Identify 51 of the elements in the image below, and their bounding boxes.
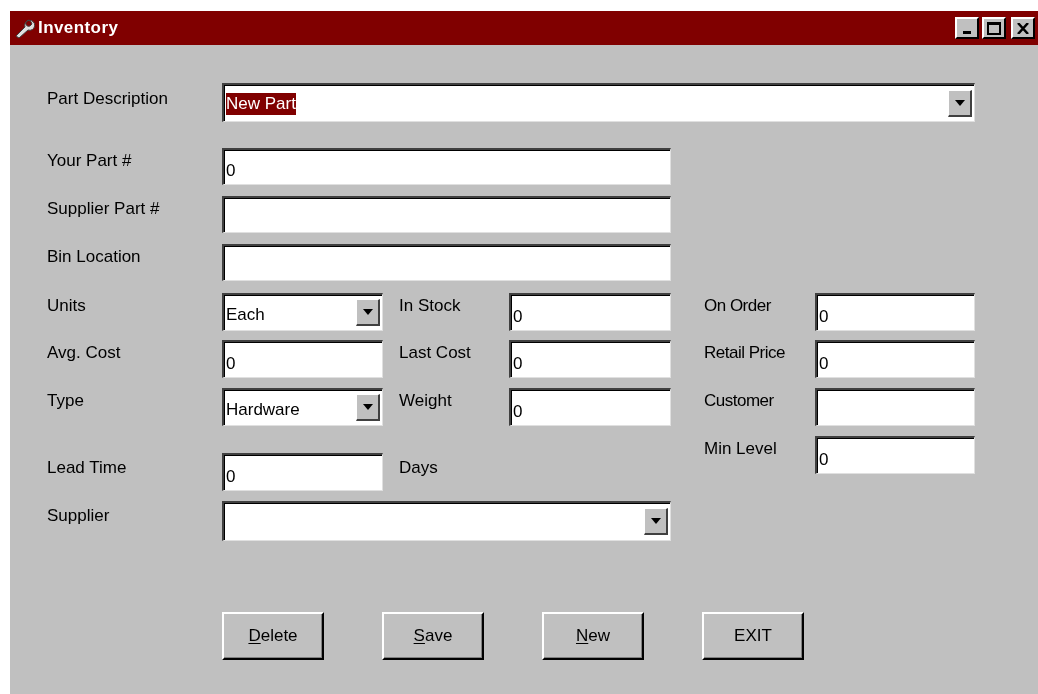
caret-icon [362, 309, 373, 315]
field-label: Min Level [704, 438, 778, 460]
field-label: Last Cost [399, 342, 472, 364]
action-button[interactable]: Delete [222, 612, 324, 660]
wrench-icon [13, 17, 35, 39]
dropdown-button[interactable] [644, 508, 668, 535]
window-title: Inventory [38, 17, 119, 40]
action-button[interactable]: EXIT [702, 612, 804, 660]
dropdown-field[interactable]: Hardware [222, 388, 383, 426]
text-field[interactable]: 0 [815, 436, 975, 474]
minimize-button[interactable] [955, 17, 979, 39]
text-field[interactable]: 0 [222, 453, 383, 491]
close-icon [1017, 22, 1029, 34]
text-field[interactable]: 0 [222, 148, 671, 185]
caret-icon [954, 99, 965, 106]
field-label: Units [47, 295, 87, 317]
text-field[interactable]: 0 [815, 293, 975, 331]
field-label: Type [47, 390, 85, 412]
field-label: Supplier Part # [47, 198, 161, 220]
dropdown-field[interactable]: Each [222, 293, 383, 331]
field-label: In Stock [399, 295, 462, 317]
text-field[interactable] [222, 244, 671, 281]
field-label: Lead Time [47, 457, 128, 479]
caret-icon [362, 404, 373, 410]
field-label: Retail Price [704, 342, 786, 364]
text-field[interactable] [222, 196, 671, 233]
field-label: Your Part # [47, 150, 133, 172]
field-label: Supplier [47, 505, 111, 527]
text-field[interactable]: 0 [815, 340, 975, 378]
text-field[interactable]: 0 [509, 340, 671, 378]
field-label: Avg. Cost [47, 342, 122, 364]
field-label: Bin Location [47, 246, 142, 268]
text-field[interactable]: 0 [222, 340, 383, 378]
field-label: On Order [704, 295, 772, 317]
field-label: Part Description [47, 88, 169, 110]
part-description-field[interactable]: New Part [222, 83, 975, 122]
close-button[interactable] [1011, 17, 1035, 39]
dropdown-button[interactable] [356, 394, 380, 421]
text-field[interactable]: 0 [509, 388, 671, 426]
caret-icon [650, 518, 661, 524]
dropdown-button[interactable] [356, 299, 380, 326]
field-label: Weight [399, 390, 453, 412]
action-button[interactable]: New [542, 612, 644, 660]
text-field[interactable] [815, 388, 975, 426]
text-field[interactable]: 0 [509, 293, 671, 331]
dropdown-button[interactable] [948, 89, 972, 117]
supplier-field[interactable] [222, 501, 671, 541]
maximize-button[interactable] [982, 17, 1006, 39]
action-button[interactable]: Save [382, 612, 484, 660]
field-label: Customer [704, 390, 775, 412]
field-label: Days [399, 457, 439, 479]
